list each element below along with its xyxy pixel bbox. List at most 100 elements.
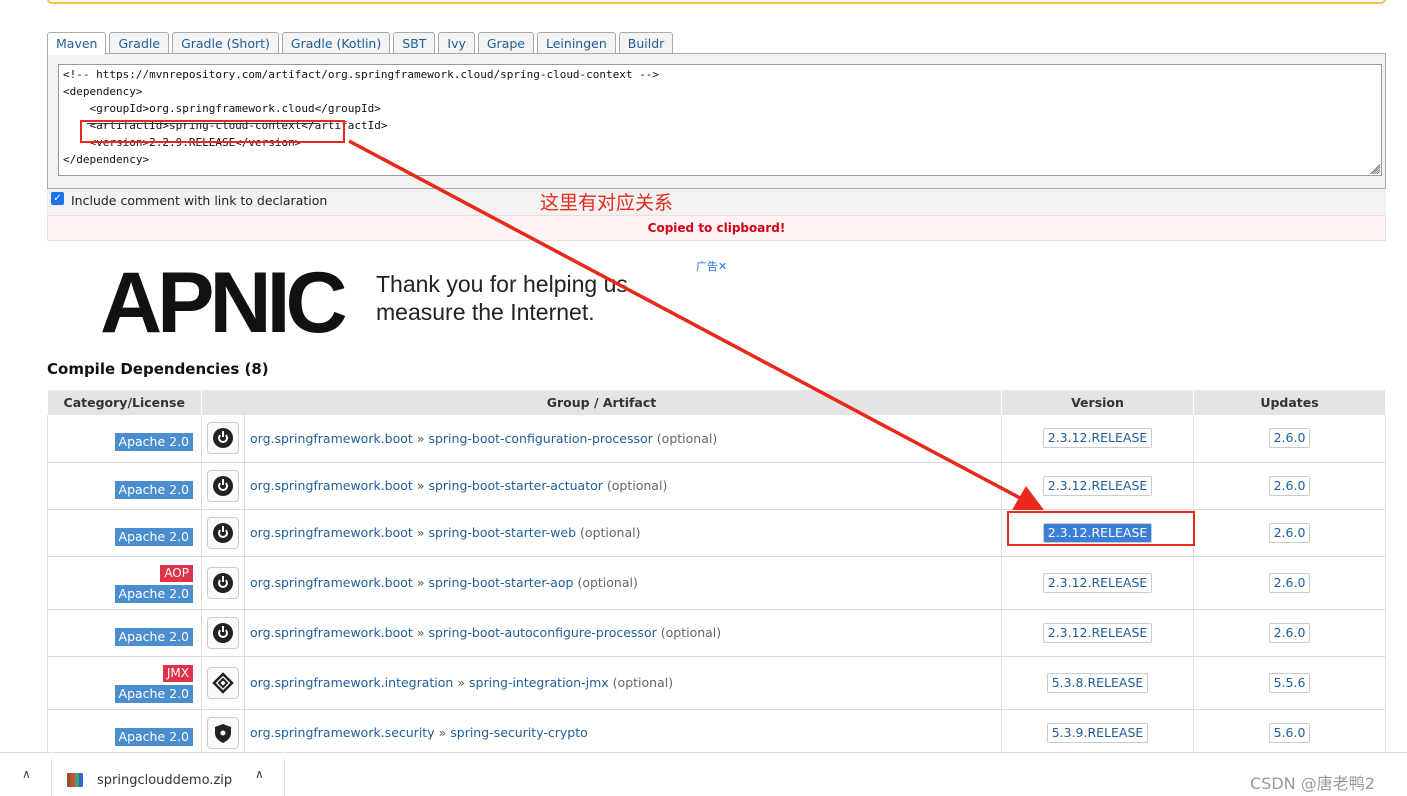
table-row: Apache 2.0 org.springframework.boot» sprin… [47,415,1386,463]
artifact-link[interactable]: spring-integration-jmx [469,675,609,690]
tab-leiningen[interactable]: Leiningen [537,32,616,54]
license-badge[interactable]: Apache 2.0 [114,627,193,646]
download-file-name[interactable]: springclouddemo.zip [97,773,232,788]
license-badge[interactable]: Apache 2.0 [114,684,193,703]
spring-power-icon[interactable] [207,422,239,455]
version-link[interactable]: 2.3.12.RELEASE [1042,572,1153,593]
tab-gradle-short[interactable]: Gradle (Short) [172,32,279,54]
tab-gradle[interactable]: Gradle [109,32,170,54]
spring-security-icon[interactable] [207,716,239,749]
table-row: JMX Apache 2.0 org.springframework.integra… [47,656,1386,710]
header-updates: Updates [1193,390,1386,415]
chevron-up-icon[interactable]: ∧ [22,767,31,781]
group-artifact-separator: » [457,675,466,690]
group-artifact-separator: » [416,575,425,590]
license-badge[interactable]: Apache 2.0 [114,480,193,499]
group-link[interactable]: org.springframework.security [250,725,435,740]
artifact-link[interactable]: spring-boot-starter-web [428,525,576,540]
version-cell: 5.3.8.RELEASE [1001,656,1194,710]
update-version-link[interactable]: 2.6.0 [1268,475,1311,496]
spring-power-icon[interactable] [207,469,239,502]
license-badge[interactable]: Apache 2.0 [114,727,193,746]
spring-power-icon[interactable] [207,566,239,599]
version-link[interactable]: 2.3.12.RELEASE [1042,475,1153,496]
annotation-text: 这里有对应关系 [540,192,674,214]
snippet-line-6: </dependency> [63,153,150,166]
tab-sbt[interactable]: SBT [393,32,436,54]
update-version-link[interactable]: 2.6.0 [1268,622,1311,643]
artifact-link[interactable]: spring-security-crypto [450,725,588,740]
optional-note: (optional) [656,430,718,446]
category-cell: Apache 2.0 [47,462,202,510]
category-cell: Apache 2.0 [47,709,202,757]
table-row: Apache 2.0 org.springframework.security» s… [47,709,1386,757]
artifact-link[interactable]: spring-boot-starter-aop [428,575,573,590]
group-link[interactable]: org.springframework.boot [250,525,413,540]
spring-integration-icon[interactable] [207,666,239,699]
tab-ivy[interactable]: Ivy [438,32,475,54]
update-cell: 2.6.0 [1193,556,1386,610]
apnic-logo: APNIC [100,255,348,351]
category-badges: Apache 2.0 [48,516,193,550]
group-artifact-cell: org.springframework.boot» spring-boot-sta… [244,556,1002,610]
group-link[interactable]: org.springframework.integration [250,675,453,690]
version-link[interactable]: 5.3.8.RELEASE [1046,672,1149,693]
category-cell: AOP Apache 2.0 [47,556,202,610]
version-link[interactable]: 2.3.12.RELEASE [1042,622,1153,643]
category-badges: Apache 2.0 [48,469,193,503]
optional-note: (optional) [580,525,641,540]
tab-grape[interactable]: Grape [477,32,534,54]
tab-buildr[interactable]: Buildr [618,32,674,54]
version-link[interactable]: 5.3.9.RELEASE [1046,722,1149,743]
include-comment-label: Include comment with link to declaration [71,193,328,208]
group-artifact-cell: org.springframework.integration » spring-i… [244,656,1002,710]
group-artifact-separator: » [416,478,425,493]
group-artifact-cell: org.springframework.boot» spring-boot-sta… [244,509,1002,557]
update-version-link[interactable]: 2.6.0 [1268,428,1311,449]
license-badge[interactable]: Apache 2.0 [114,527,193,546]
update-cell: 2.6.0 [1193,609,1386,657]
group-link[interactable]: org.springframework.boot [250,478,413,493]
top-highlight-border [47,0,1386,4]
update-version-link[interactable]: 5.5.6 [1268,672,1311,693]
update-version-link[interactable]: 2.6.0 [1268,522,1311,543]
category-tag-badge[interactable]: JMX [162,664,193,682]
group-link[interactable]: org.springframework.boot [250,625,413,640]
group-link[interactable]: org.springframework.boot [250,575,413,590]
download-options-chevron-icon[interactable]: ∧ [255,767,264,781]
group-artifact-cell: org.springframework.boot» spring-boot-con… [244,415,1002,463]
tab-gradle-kotlin[interactable]: Gradle (Kotlin) [281,32,391,54]
ad-close-badge[interactable]: 广告✕ [696,258,727,274]
snippet-line-2: <dependency> [63,85,143,98]
spring-power-icon[interactable] [207,516,239,549]
spring-power-icon[interactable] [207,616,239,649]
header-category: Category/License [47,390,202,415]
license-badge[interactable]: Apache 2.0 [114,433,193,452]
category-cell: Apache 2.0 [47,415,202,463]
update-cell: 2.6.0 [1193,509,1386,557]
artifact-link[interactable]: spring-boot-starter-actuator [428,478,602,493]
group-artifact-cell: org.springframework.boot» spring-boot-sta… [244,462,1002,510]
artifact-icon-cell [201,609,245,657]
group-artifact-cell: org.springframework.boot» spring-boot-aut… [244,609,1002,657]
update-cell: 2.6.0 [1193,415,1386,463]
artifact-link[interactable]: spring-boot-autoconfigure-processor [428,625,656,640]
ad-text-line-2: measure the Internet. [376,299,595,325]
version-cell: 5.3.9.RELEASE [1001,709,1194,757]
header-version: Version [1001,390,1194,415]
artifact-link[interactable]: spring-boot-configuration-processor [428,431,652,446]
category-tag-badge[interactable]: AOP [160,564,193,582]
tab-maven[interactable]: Maven [47,32,107,55]
advertisement[interactable]: APNIC Thank you for helping us measure t… [100,255,740,351]
ad-text-line-1: Thank you for helping us [376,271,628,297]
include-comment-checkbox[interactable]: ✓ [51,192,64,205]
resize-grip-icon[interactable] [1370,164,1380,174]
copied-notice: Copied to clipboard! [47,215,1386,241]
license-badge[interactable]: Apache 2.0 [114,584,193,603]
update-version-link[interactable]: 5.6.0 [1268,722,1311,743]
category-badges: Apache 2.0 [48,716,193,750]
category-badges: AOP Apache 2.0 [48,559,193,607]
version-link[interactable]: 2.3.12.RELEASE [1042,428,1153,449]
group-link[interactable]: org.springframework.boot [250,431,413,446]
update-version-link[interactable]: 2.6.0 [1268,572,1311,593]
